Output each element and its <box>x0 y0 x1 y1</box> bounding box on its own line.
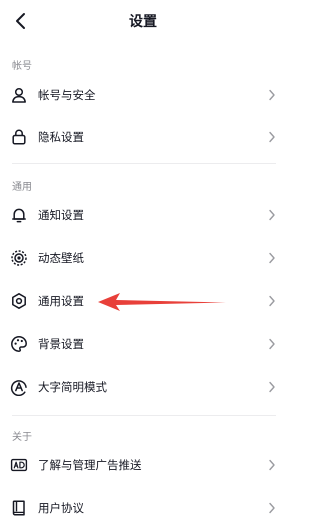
settings-item-user-agreement[interactable]: 用户协议 <box>0 488 286 528</box>
chevron-right-icon <box>269 381 275 393</box>
user-icon <box>12 87 26 103</box>
settings-item-label: 动态壁纸 <box>38 251 84 265</box>
gear-icon <box>12 293 26 309</box>
ad-icon <box>10 458 28 472</box>
large-text-icon <box>10 380 27 396</box>
chevron-right-icon <box>269 89 275 101</box>
section-label-general: 通用 <box>12 182 32 193</box>
lock-icon <box>12 129 26 145</box>
palette-icon <box>11 336 27 352</box>
page-title: 设置 <box>129 14 157 30</box>
settings-item-background[interactable]: 背景设置 <box>0 324 286 364</box>
settings-item-label: 隐私设置 <box>38 130 84 144</box>
settings-item-label: 了解与管理广告推送 <box>38 458 142 472</box>
nav-bar: 设置 <box>0 0 286 44</box>
section-divider <box>12 163 276 164</box>
settings-item-live-wallpaper[interactable]: 动态壁纸 <box>0 238 286 278</box>
book-icon <box>12 500 25 516</box>
chevron-right-icon <box>269 295 275 307</box>
settings-item-large-text-mode[interactable]: 大字简明模式 <box>0 367 286 407</box>
settings-item-general[interactable]: 通用设置 <box>0 281 286 321</box>
chevron-right-icon <box>269 338 275 350</box>
chevron-right-icon <box>269 131 275 143</box>
chevron-right-icon <box>269 502 275 514</box>
section-divider <box>12 415 276 416</box>
section-label-account: 帐号 <box>12 61 32 72</box>
settings-item-ad-management[interactable]: 了解与管理广告推送 <box>0 445 286 485</box>
chevron-right-icon <box>269 209 275 221</box>
bell-icon <box>12 208 26 223</box>
chevron-right-icon <box>269 252 275 264</box>
settings-item-account-security[interactable]: 帐号与安全 <box>0 75 286 115</box>
chevron-right-icon <box>269 459 275 471</box>
live-wallpaper-icon <box>11 250 27 266</box>
settings-item-privacy[interactable]: 隐私设置 <box>0 117 286 157</box>
settings-item-label: 大字简明模式 <box>38 380 107 394</box>
settings-item-notifications[interactable]: 通知设置 <box>0 195 286 235</box>
settings-item-label: 帐号与安全 <box>38 88 96 102</box>
section-label-about: 关于 <box>12 432 32 443</box>
settings-item-label: 用户协议 <box>38 501 84 515</box>
settings-item-label: 通知设置 <box>38 208 84 222</box>
settings-item-label: 背景设置 <box>38 337 84 351</box>
settings-item-label: 通用设置 <box>38 294 84 308</box>
